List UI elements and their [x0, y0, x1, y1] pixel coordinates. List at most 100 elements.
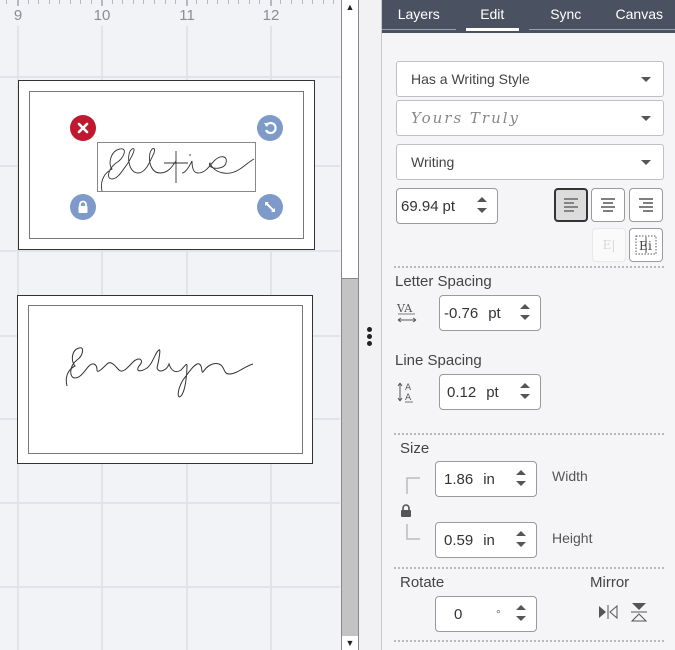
ruler-label: 10 [93, 7, 111, 24]
rotate-handle[interactable] [257, 115, 283, 141]
chevron-down-icon [641, 116, 651, 121]
ruler-tick [122, 0, 123, 4]
decrement-icon[interactable] [520, 394, 530, 399]
ruler-label: 11 [179, 7, 195, 24]
align-center-button[interactable] [591, 188, 625, 222]
flip-vertical-button[interactable] [630, 602, 648, 627]
ruler-major-tick [270, 0, 272, 6]
svg-text:A: A [405, 383, 412, 393]
font-size-stepper[interactable]: 69.94 pt [396, 188, 498, 224]
place-card-evelyn[interactable] [17, 295, 313, 464]
tab-edit[interactable]: Edit [456, 0, 530, 33]
increment-icon[interactable] [516, 531, 526, 536]
grid-line-horizontal [0, 76, 340, 78]
letter-spacing-label: Letter Spacing [395, 273, 492, 290]
lock-handle[interactable] [70, 194, 96, 220]
delete-handle[interactable] [70, 115, 96, 141]
align-right-icon [639, 198, 653, 212]
ruler-tick [302, 0, 303, 4]
flip-horizontal-button[interactable] [598, 604, 618, 625]
decrement-icon[interactable] [520, 315, 530, 320]
font-style-dropdown[interactable]: Writing [396, 144, 664, 180]
font-name-dropdown[interactable]: Yours Truly [396, 100, 664, 136]
font-style-value: Writing [411, 154, 455, 170]
lock-icon [78, 200, 88, 213]
font-filter-dropdown[interactable]: Has a Writing Style [396, 61, 664, 97]
delete-icon [77, 122, 89, 134]
scroll-up-arrow[interactable]: ▲ [342, 0, 358, 14]
decrement-icon[interactable] [516, 481, 526, 486]
text-direction-icon: E| [602, 238, 616, 252]
chevron-down-icon [641, 77, 651, 82]
align-right-button[interactable] [629, 188, 663, 222]
height-stepper[interactable]: 0.59 in [435, 522, 537, 558]
ruler-tick [165, 0, 166, 4]
decrement-icon[interactable] [516, 542, 526, 547]
design-canvas[interactable]: 9 10 11 12 [0, 0, 340, 650]
font-name-value: Yours Truly [411, 109, 521, 127]
ruler-tick [38, 0, 39, 4]
vertical-text-button: E| [592, 228, 626, 262]
ruler-label: 12 [262, 7, 280, 24]
ruler-tick [133, 0, 134, 4]
ruler-tick [207, 0, 208, 4]
align-left-button[interactable] [554, 188, 588, 222]
selection-box[interactable] [97, 142, 256, 192]
section-divider [394, 567, 664, 569]
increment-icon[interactable] [477, 197, 487, 202]
flip-horizontal-icon [599, 604, 618, 620]
rotate-label: Rotate [400, 574, 445, 591]
resize-handle[interactable] [257, 194, 283, 220]
ruler-tick [59, 0, 60, 4]
tab-layers[interactable]: Layers [382, 0, 456, 33]
lock-icon [401, 504, 411, 517]
grid-line-horizontal [0, 586, 340, 588]
canvas-vertical-scrollbar[interactable]: ▲ ▼ [341, 0, 359, 650]
ruler-tick [91, 0, 92, 4]
tab-sync[interactable]: Sync [529, 0, 603, 33]
increment-icon[interactable] [520, 304, 530, 309]
ruler-tick [70, 0, 71, 4]
tab-canvas[interactable]: Canvas [602, 0, 675, 33]
ruler-tick [312, 0, 313, 4]
align-left-icon [564, 198, 578, 212]
text-box-icon: E i [635, 235, 657, 255]
ruler-tick [49, 0, 50, 4]
line-spacing-stepper[interactable]: 0.12 pt [439, 374, 541, 410]
scroll-down-arrow[interactable]: ▼ [342, 636, 358, 650]
section-divider [394, 266, 664, 268]
increment-icon[interactable] [520, 383, 530, 388]
ruler-tick [80, 0, 81, 4]
ruler-tick [238, 0, 239, 4]
ruler-tick [323, 0, 324, 4]
scrollbar-thumb[interactable] [342, 278, 358, 637]
lock-proportions-toggle[interactable] [400, 504, 412, 523]
svg-text:VA: VA [396, 302, 413, 315]
ruler-tick [280, 0, 281, 4]
letter-spacing-stepper[interactable]: -0.76 pt [439, 295, 541, 331]
line-spacing-unit: pt [486, 383, 499, 401]
flip-vertical-icon [630, 603, 648, 622]
width-unit: in [483, 470, 495, 488]
decrement-icon[interactable] [516, 616, 526, 621]
drag-handle-icon [367, 327, 372, 346]
ruler-tick [112, 0, 113, 4]
ruler-tick [196, 0, 197, 4]
panel-tabs: Layers Edit Sync Canvas [382, 0, 675, 33]
increment-icon[interactable] [516, 605, 526, 610]
letter-spacing-unit: pt [488, 304, 501, 322]
section-divider [394, 433, 664, 435]
width-stepper[interactable]: 1.86 in [435, 461, 537, 497]
grid-line-horizontal [0, 250, 340, 252]
increment-icon[interactable] [516, 470, 526, 475]
rotate-stepper[interactable]: 0 ° [435, 596, 537, 632]
letter-spacing-value: -0.76 [444, 304, 479, 322]
grid-line-horizontal [0, 502, 340, 504]
text-box-button[interactable]: E i [629, 228, 663, 262]
panel-resize-handle[interactable] [359, 0, 381, 650]
ruler-tick [228, 0, 229, 4]
ruler-tick [175, 0, 176, 4]
line-spacing-icon: AA [397, 380, 417, 409]
mirror-label: Mirror [590, 574, 630, 591]
decrement-icon[interactable] [477, 208, 487, 213]
